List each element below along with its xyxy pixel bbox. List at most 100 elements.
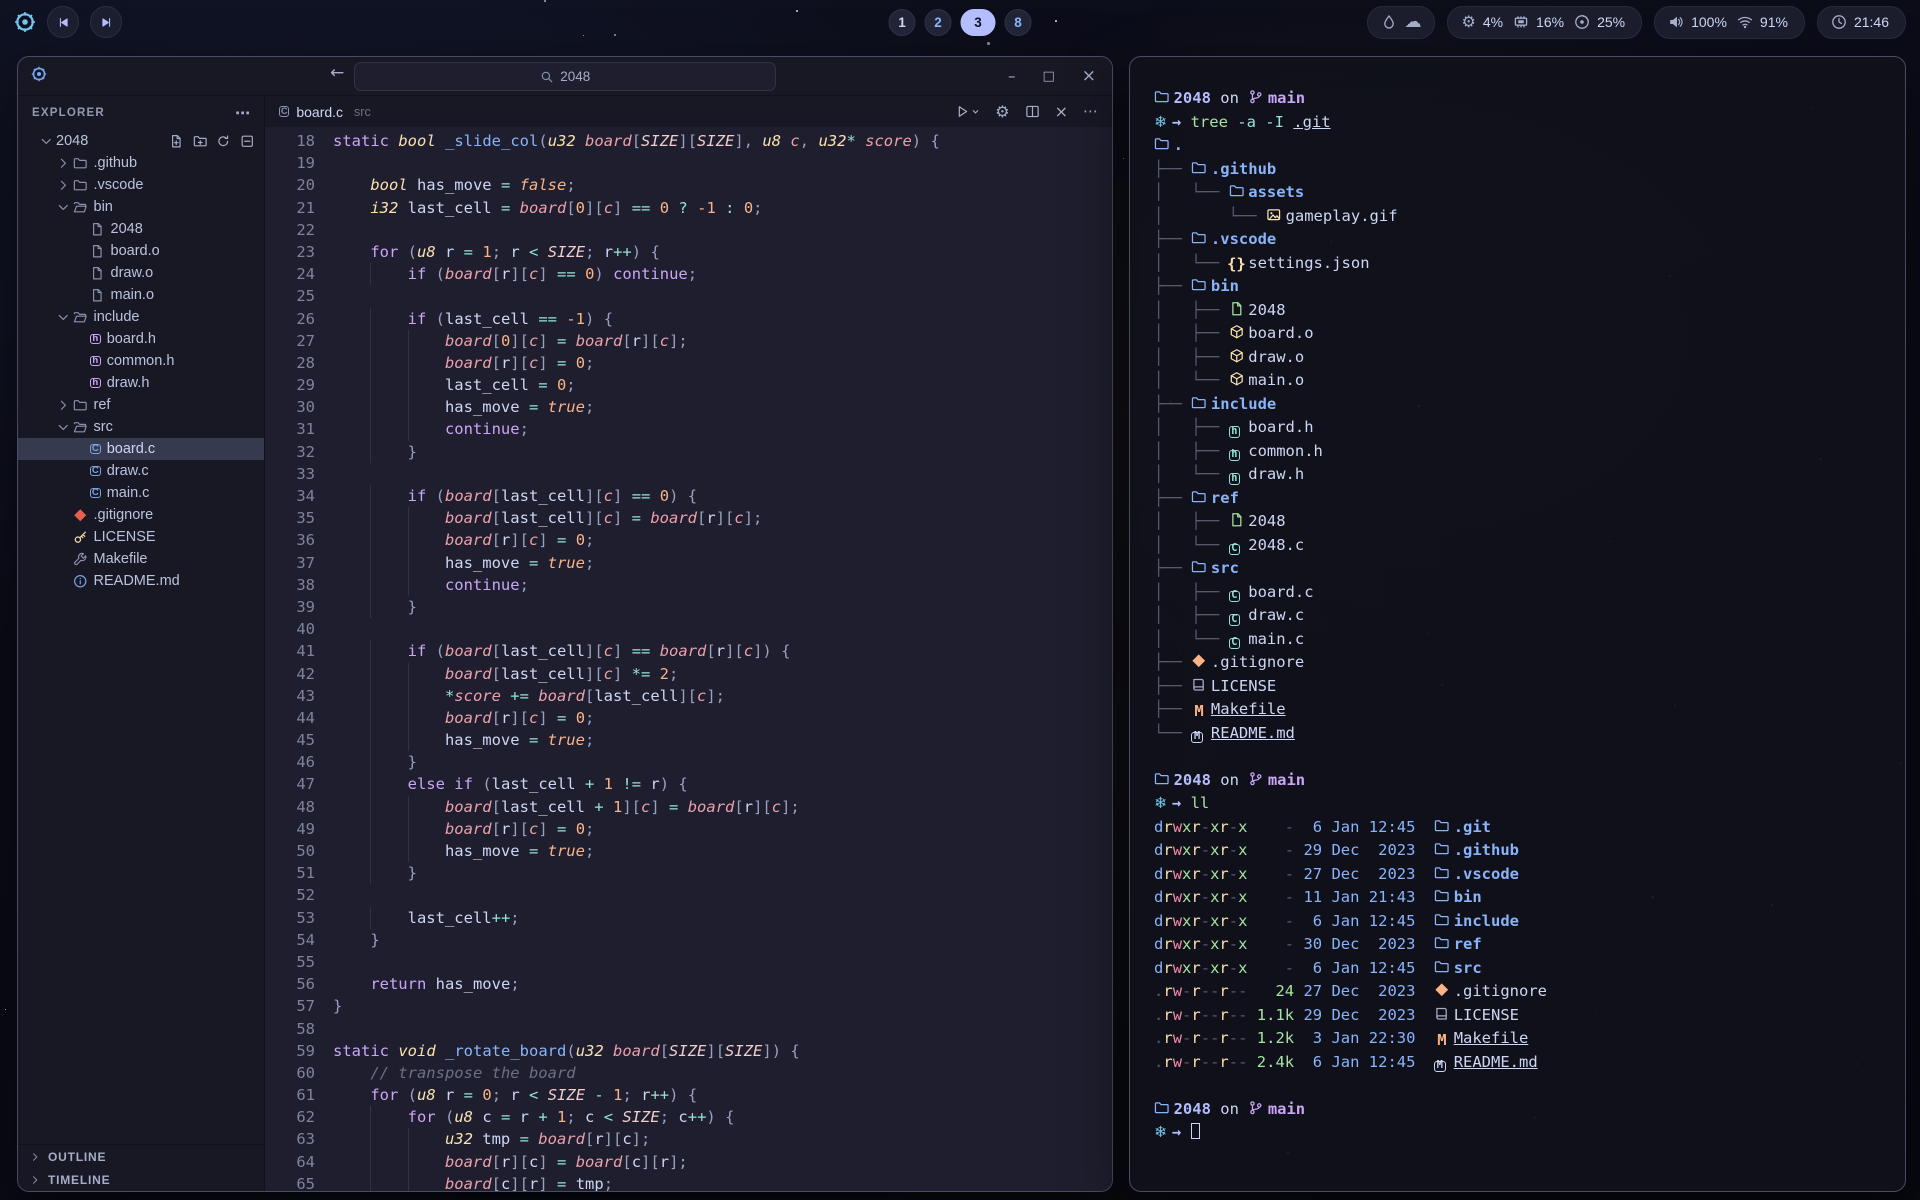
workspace-2[interactable]: 2 [925,9,952,36]
editor-tabbar: C board.c src ⚙ × ⋯ [265,96,1112,127]
folder-icon [1154,136,1168,152]
tree-item-ref[interactable]: ref [18,394,264,416]
maximize-button[interactable]: □ [1042,70,1054,83]
terminal-line: .rw-r--r-- 1.2k 3 Jan 22:30 MMakefile [1154,1027,1885,1051]
editor-titlebar[interactable]: ← → 2048 – □ × [18,57,1112,96]
tree-item-board.c[interactable]: Cboard.c [18,438,264,460]
tree-item-.github[interactable]: .github [18,152,264,174]
braces-icon: {} [1229,253,1243,277]
tree-item-board.o[interactable]: board.o [18,240,264,262]
system-stats-widget[interactable]: ⚙ 4% 16% 25% [1447,6,1642,39]
window-controls: – □ × [1008,57,1096,95]
clock-widget[interactable]: 21:46 [1817,6,1906,39]
code-editor[interactable]: 1819202122232425262728293031323334353637… [265,127,1112,1191]
code-line [333,884,1112,906]
code-line: } [333,441,1112,463]
code-line: board[r][c] = board[c][r]; [333,1151,1112,1173]
close-button[interactable]: × [1082,68,1096,85]
tree-item-include[interactable]: include [18,306,264,328]
code-line [333,463,1112,485]
git-icon [1191,653,1205,669]
collapse-all-icon[interactable] [240,134,255,149]
weather-widget[interactable]: ☁ [1367,6,1435,39]
run-button[interactable] [955,104,980,119]
terminal-line: │ ├── Cboard.c [1154,581,1885,605]
terminal-line: │ └── Cmain.c [1154,628,1885,652]
new-file-icon[interactable] [169,134,184,149]
tab-board-c[interactable]: C board.c src [279,104,371,120]
tree-item-src[interactable]: src [18,416,264,438]
folder-open-icon [73,310,88,325]
chevron-down-icon [56,200,73,215]
folder-icon [73,156,88,171]
tree-item-README.md[interactable]: README.md [18,570,264,592]
tree-item-Makefile[interactable]: Makefile [18,548,264,570]
tree-item-draw.c[interactable]: Cdraw.c [18,460,264,482]
file-icon [90,266,105,281]
tree-item-main.o[interactable]: main.o [18,284,264,306]
chevron-down-icon [56,420,73,435]
command-center-search[interactable]: 2048 [354,62,776,91]
chevron-down-icon [39,134,56,149]
chevron-right-icon [29,1151,41,1163]
new-folder-icon[interactable] [193,134,208,149]
media-prev-button[interactable] [47,6,79,38]
sidebar-bottom-panels: OUTLINE TIMELINE [18,1144,264,1191]
c-file-icon: C [90,444,101,455]
tree-item-LICENSE[interactable]: LICENSE [18,526,264,548]
tree-item-.gitignore[interactable]: .gitignore [18,504,264,526]
terminal-line: ❄ → ll [1154,792,1885,816]
nav-back-icon[interactable]: ← [330,65,344,82]
code-line: board[r][c] = 0; [333,707,1112,729]
code-line: has_move = true; [333,396,1112,418]
timeline-panel[interactable]: TIMELINE [18,1168,264,1191]
workspace-8[interactable]: 8 [1005,9,1032,36]
cletter-icon: C [1229,606,1243,630]
chevron-right-icon [56,156,73,171]
tree-item-board.h[interactable]: hboard.h [18,328,264,350]
tree-item-label: Makefile [94,551,148,567]
mletter-icon: M [1191,700,1205,724]
folder-icon [1154,771,1168,787]
explorer-more-icon[interactable]: ⋯ [235,106,250,121]
close-editor-icon[interactable]: × [1055,104,1068,120]
more-actions-icon[interactable]: ⋯ [1083,104,1098,119]
tree-item-bin[interactable]: bin [18,196,264,218]
h-file-icon: h [90,334,101,345]
terminal-line: ├── .gitignore [1154,651,1885,675]
code-line: for (u8 r = 0; r < SIZE - 1; r++) { [333,1084,1112,1106]
tree-item-.vscode[interactable]: .vscode [18,174,264,196]
code-line: return has_move; [333,973,1112,995]
tree-item-2048[interactable]: 2048 [18,218,264,240]
tree-item-main.c[interactable]: Cmain.c [18,482,264,504]
settings-gear-icon[interactable]: ⚙ [995,104,1009,120]
code-line: } [333,596,1112,618]
workspace-3[interactable]: 3 [961,9,996,36]
tree-item-draw.o[interactable]: draw.o [18,262,264,284]
folder-icon [1434,959,1448,975]
editor-window: ← → 2048 – □ × EXPLORER ⋯ 2048.github.vs… [17,56,1113,1192]
tree-item-label: ref [94,397,111,413]
terminal-line: ❄ → [1154,1121,1885,1145]
media-next-button[interactable] [90,6,122,38]
terminal-line: ├── .vscode [1154,228,1885,252]
tree-item-2048[interactable]: 2048 [18,130,264,152]
terminal-line: drwxr-xr-x - 27 Dec 2023 .vscode [1154,863,1885,887]
tree-item-common.h[interactable]: hcommon.h [18,350,264,372]
split-editor-icon[interactable] [1025,104,1040,119]
wifi-strength: 91% [1760,14,1788,30]
book-icon [1191,677,1205,693]
cpu-gear-icon: ⚙ [1461,14,1475,30]
launcher-icon[interactable] [14,11,36,33]
tree-item-label: .gitignore [94,507,154,523]
workspace-1[interactable]: 1 [889,9,916,36]
tree-item-draw.h[interactable]: hdraw.h [18,372,264,394]
terminal-window[interactable]: 2048 on main❄ → tree -a -I .git.├── .git… [1129,56,1906,1192]
outline-panel[interactable]: OUTLINE [18,1145,264,1168]
refresh-icon[interactable] [216,134,231,149]
cube-icon [1229,324,1243,340]
audio-network-widget[interactable]: 100% 91% [1654,6,1805,39]
file-icon [90,244,105,259]
minimize-button[interactable]: – [1008,69,1016,84]
tree-item-label: main.o [111,287,155,303]
